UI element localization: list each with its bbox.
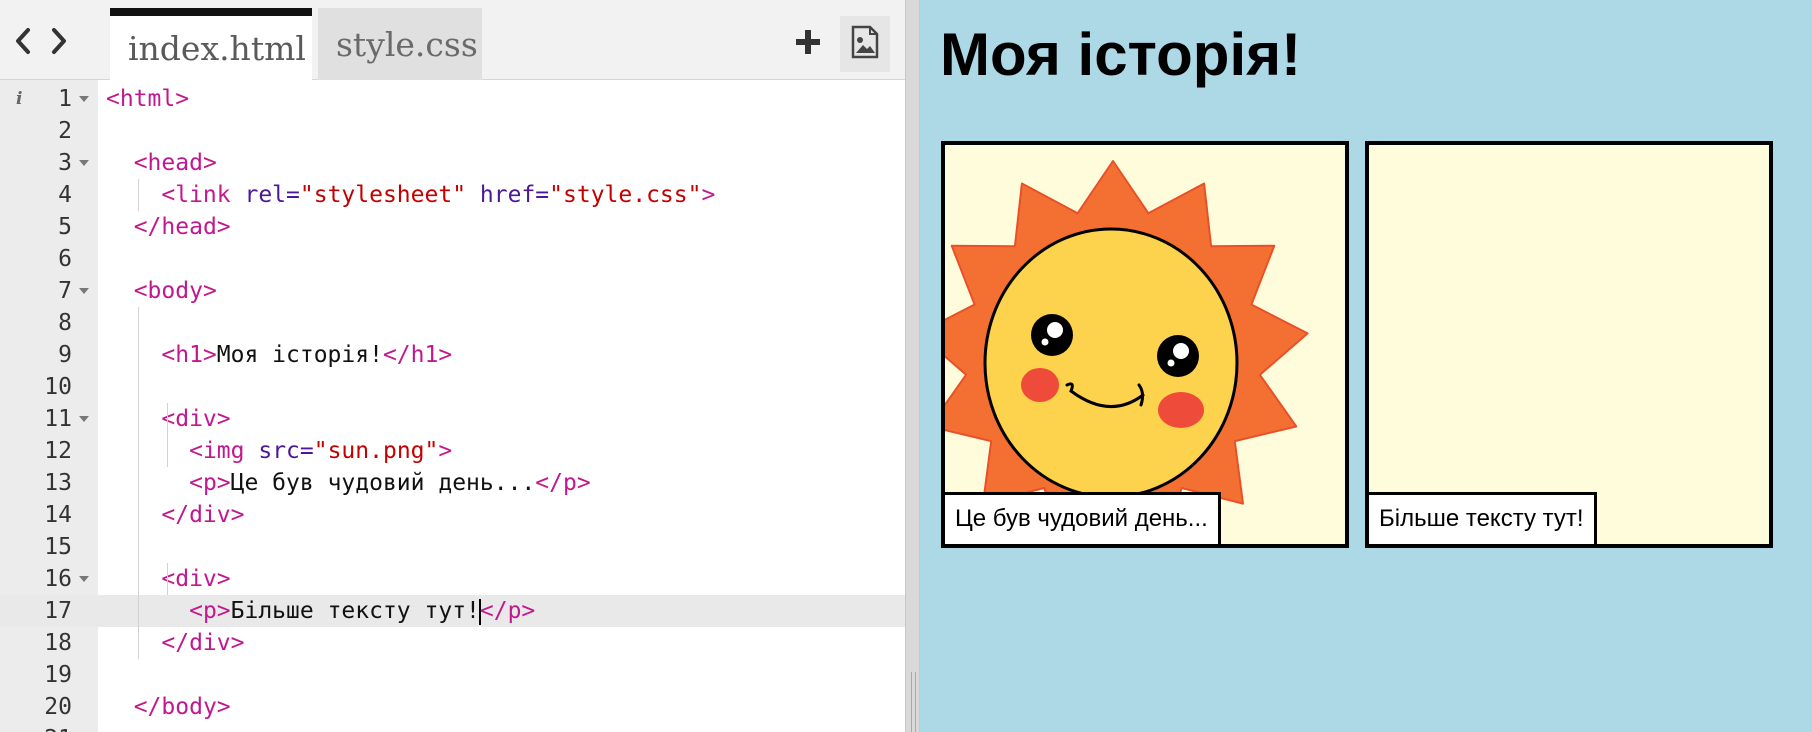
code-line[interactable]: 20 </body>	[0, 691, 905, 723]
line-number: 5	[58, 214, 72, 240]
code-text: <body>	[133, 278, 217, 304]
add-image-button[interactable]	[840, 16, 890, 72]
sun-right-cheek	[1158, 392, 1204, 428]
code-area[interactable]: 1 i <html> 2 3 <head> 4 <link rel="stylesheet…	[0, 80, 905, 732]
plus-icon	[794, 28, 822, 61]
code-text: <head>	[133, 150, 217, 176]
tab-style-css[interactable]: style.css	[318, 8, 482, 80]
chevron-left-icon	[12, 26, 34, 61]
code-line[interactable]: 9 <h1>Моя історія!</h1>	[0, 339, 905, 371]
line-number: 13	[44, 470, 72, 496]
code-line[interactable]: 3 <head>	[0, 147, 905, 179]
resize-grip	[911, 672, 916, 732]
code-line[interactable]: 11 <div>	[0, 403, 905, 435]
panel-caption: Більше тексту тут!	[1369, 492, 1597, 544]
code-line[interactable]: 13 <p>Це був чудовий день...</p>	[0, 467, 905, 499]
code-line[interactable]: 7 <body>	[0, 275, 905, 307]
code-line[interactable]: 5 </head>	[0, 211, 905, 243]
page-title: Моя історія!	[940, 21, 1302, 88]
fold-arrow-icon[interactable]	[79, 288, 89, 294]
line-number: 11	[44, 406, 72, 432]
indent-guide	[167, 403, 168, 467]
panel-caption: Це був чудовий день...	[945, 492, 1221, 544]
code-line[interactable]: 15	[0, 531, 905, 563]
code-text: </div>	[161, 502, 245, 528]
line-number: 7	[58, 278, 72, 304]
editor-tab-bar: index.html style.css	[0, 0, 905, 81]
code-editor: index.html style.css 1 i <html> 2 3 <head> 4 …	[0, 0, 905, 732]
back-button[interactable]	[8, 26, 38, 60]
code-line[interactable]: 4 <link rel="stylesheet" href="style.css…	[0, 179, 905, 211]
code-line[interactable]: 1 i <html>	[0, 83, 905, 115]
code-line[interactable]: 10	[0, 371, 905, 403]
fold-arrow-icon[interactable]	[79, 416, 89, 422]
preview-pane: Моя історія! Це був чудовий день... Біль…	[920, 0, 1812, 732]
line-number: 19	[44, 662, 72, 688]
code-line[interactable]: 14 </div>	[0, 499, 905, 531]
info-icon[interactable]: i	[16, 83, 22, 115]
code-text: <div>	[161, 566, 231, 592]
story-panel-1: Це був чудовий день...	[941, 141, 1349, 548]
code-text: <p>Більше тексту тут!</p>	[189, 598, 536, 625]
line-number: 1	[58, 86, 72, 112]
indent-guide	[138, 307, 139, 659]
code-line[interactable]: 8	[0, 307, 905, 339]
line-number: 2	[58, 118, 72, 144]
line-number: 14	[44, 502, 72, 528]
code-text: <link rel="stylesheet" href="style.css">	[161, 182, 716, 208]
image-icon	[850, 25, 880, 64]
line-number: 20	[44, 694, 72, 720]
code-line[interactable]: 19	[0, 659, 905, 691]
line-number: 8	[58, 310, 72, 336]
line-number: 18	[44, 630, 72, 656]
code-text: </div>	[161, 630, 245, 656]
code-line[interactable]: 17 <p>Більше тексту тут!</p>	[0, 595, 905, 627]
code-text: <h1>Моя історія!</h1>	[161, 342, 453, 368]
tab-label: style.css	[336, 24, 478, 64]
line-number: 4	[58, 182, 72, 208]
forward-button[interactable]	[44, 26, 74, 60]
code-line[interactable]: 16 <div>	[0, 563, 905, 595]
add-file-button[interactable]	[786, 22, 830, 66]
line-number: 17	[44, 598, 72, 624]
line-number: 3	[58, 150, 72, 176]
story-panel-2: Більше тексту тут!	[1365, 141, 1773, 548]
code-text: <div>	[161, 406, 231, 432]
chevron-right-icon	[48, 26, 70, 61]
line-number: 6	[58, 246, 72, 272]
code-line[interactable]: 2	[0, 115, 905, 147]
code-line[interactable]: 12 <img src="sun.png">	[0, 435, 905, 467]
line-number: 16	[44, 566, 72, 592]
code-text: <html>	[106, 86, 190, 112]
line-number: 9	[58, 342, 72, 368]
line-number: 12	[44, 438, 72, 464]
code-line[interactable]: 6	[0, 243, 905, 275]
code-line[interactable]: 21	[0, 723, 905, 732]
tab-index-html[interactable]: index.html	[110, 8, 312, 81]
code-text: <img src="sun.png">	[189, 438, 453, 464]
line-number: 10	[44, 374, 72, 400]
code-line[interactable]: 18 </div>	[0, 627, 905, 659]
fold-arrow-icon[interactable]	[79, 160, 89, 166]
fold-arrow-icon[interactable]	[79, 576, 89, 582]
indent-guide	[167, 563, 168, 595]
fold-arrow-icon[interactable]	[79, 96, 89, 102]
sun-face	[983, 227, 1239, 499]
sun-left-cheek	[1021, 368, 1059, 402]
indent-guide	[138, 179, 139, 211]
sun-image	[945, 160, 1309, 544]
code-text: </body>	[133, 694, 231, 720]
pane-resize-handle[interactable]	[905, 0, 920, 732]
code-text: </head>	[133, 214, 231, 240]
line-number: 15	[44, 534, 72, 560]
tab-label: index.html	[128, 29, 306, 68]
line-number: 21	[20, 723, 72, 732]
code-text: <p>Це був чудовий день...</p>	[189, 470, 591, 496]
